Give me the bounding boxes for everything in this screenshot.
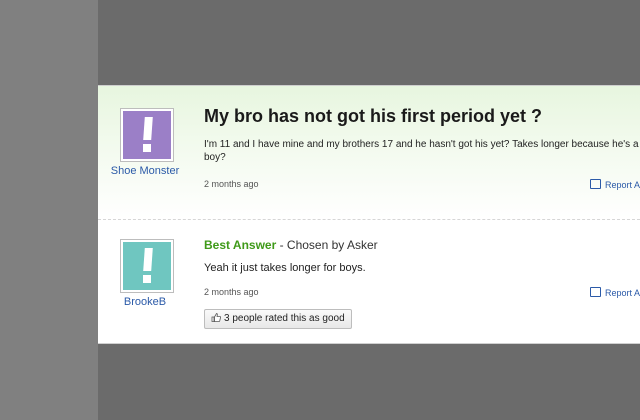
question-body: I'm 11 and I have mine and my brothers 1… xyxy=(204,139,639,163)
answerer-name[interactable]: BrookeB xyxy=(110,295,180,309)
question-section: Shoe Monster My bro has not got his firs… xyxy=(98,86,640,219)
flag-icon xyxy=(590,179,601,189)
exclamation-dot xyxy=(143,275,151,283)
question-title: My bro has not got his first period yet … xyxy=(204,106,543,126)
exclamation-bar xyxy=(143,117,153,140)
exclamation-bar xyxy=(143,248,153,271)
answer-report-link[interactable]: Report A xyxy=(590,287,640,298)
avatar-exclamation-icon xyxy=(123,111,171,159)
rating-text: 3 people rated this as good xyxy=(224,313,345,324)
question-report-link[interactable]: Report A xyxy=(590,179,640,190)
answerer-avatar[interactable] xyxy=(120,239,174,293)
avatar-exclamation-icon xyxy=(123,242,171,290)
question-report-label: Report A xyxy=(605,180,640,190)
divider xyxy=(98,219,640,220)
background-strip xyxy=(0,0,98,420)
chosen-by-label: - Chosen by Asker xyxy=(276,238,378,252)
best-answer-heading: Best Answer - Chosen by Asker xyxy=(204,238,378,252)
thumbs-up-icon xyxy=(211,313,221,322)
answer-report-label: Report A xyxy=(605,288,640,298)
asker-name[interactable]: Shoe Monster xyxy=(110,164,180,178)
exclamation-dot xyxy=(143,144,151,152)
rating-button[interactable]: 3 people rated this as good xyxy=(204,309,352,329)
flag-icon xyxy=(590,287,601,297)
question-time: 2 months ago xyxy=(204,179,259,189)
answer-body: Yeah it just takes longer for boys. xyxy=(204,262,366,274)
asker-avatar[interactable] xyxy=(120,108,174,162)
best-answer-label: Best Answer xyxy=(204,238,277,252)
qa-card: Shoe Monster My bro has not got his firs… xyxy=(98,85,640,344)
answer-time: 2 months ago xyxy=(204,287,259,297)
